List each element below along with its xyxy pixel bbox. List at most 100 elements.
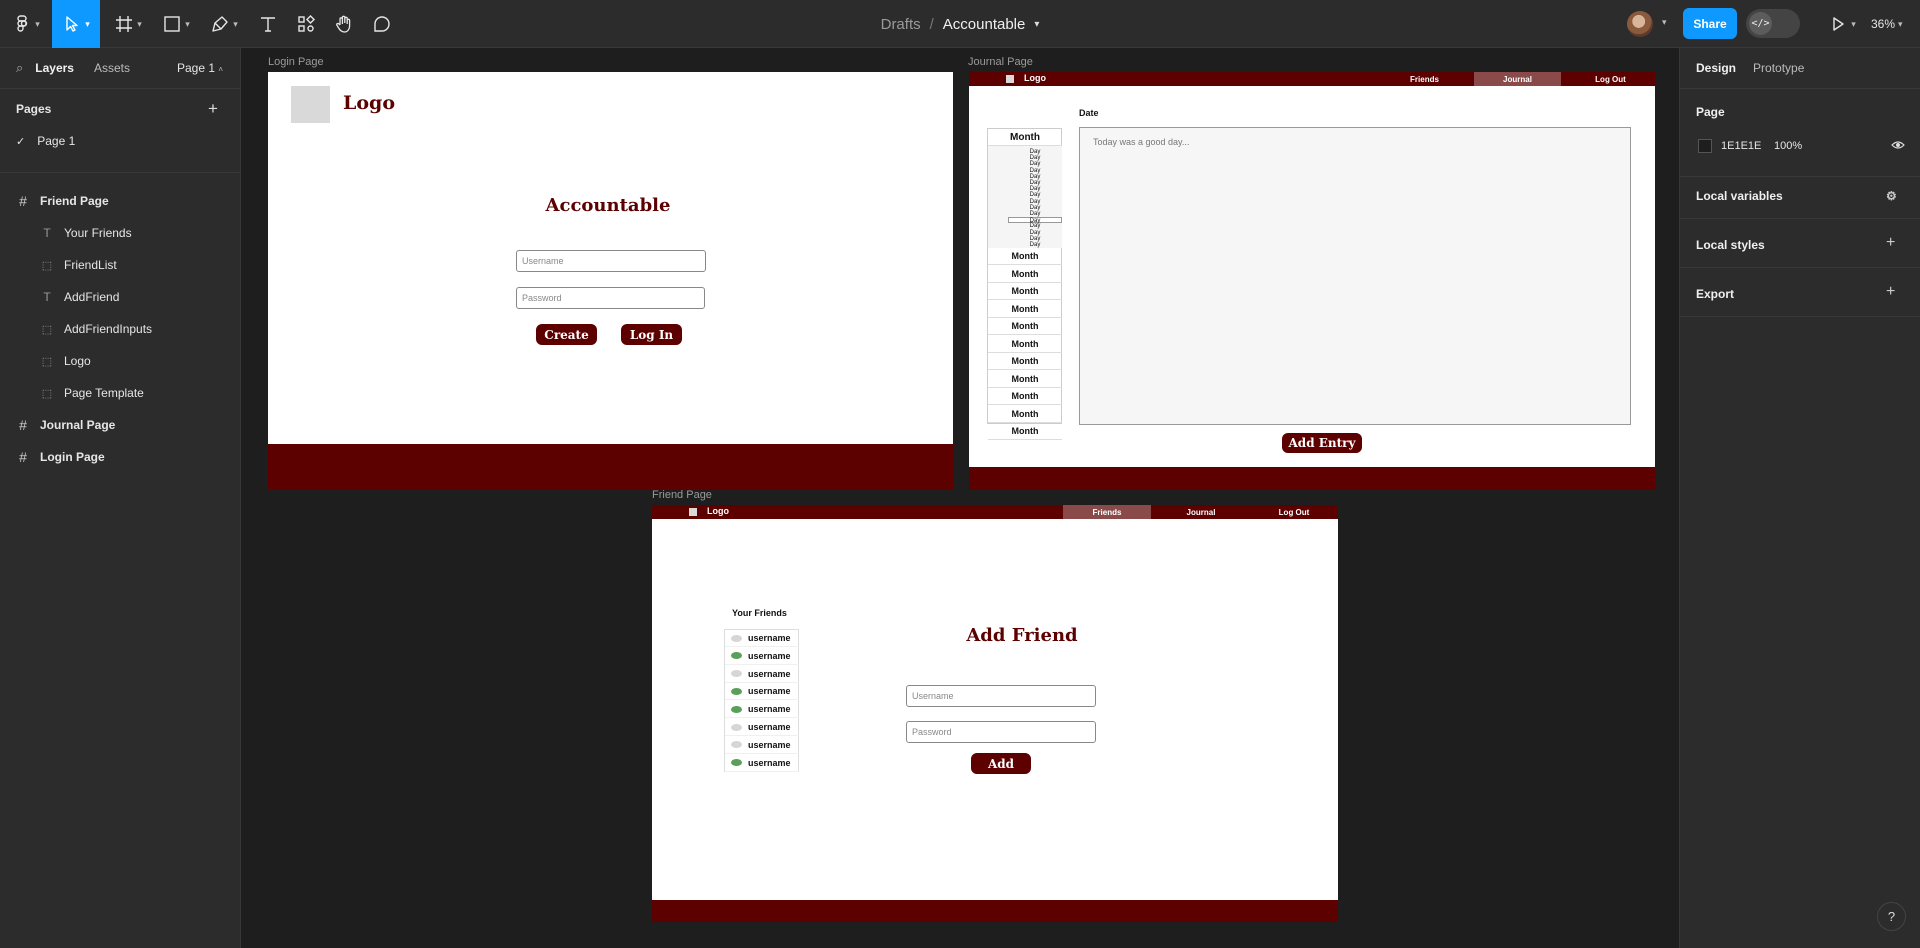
month-item[interactable]: Month	[988, 283, 1062, 300]
day-item[interactable]: Day	[1008, 217, 1062, 224]
pages-header: Pages +	[0, 93, 240, 125]
month-item[interactable]: Month	[988, 301, 1062, 318]
chevron-down-icon[interactable]: ▾	[1662, 17, 1667, 28]
divider	[0, 172, 240, 173]
friend-row[interactable]: username	[725, 737, 799, 754]
layer-item[interactable]: # Journal Page	[0, 409, 240, 441]
day-item[interactable]: Day	[1008, 211, 1062, 217]
frame-label-friend[interactable]: Friend Page	[652, 489, 712, 501]
tab-layers[interactable]: Layers	[35, 61, 74, 75]
color-swatch[interactable]	[1698, 139, 1712, 153]
nav-friends[interactable]: Friends	[1381, 72, 1468, 86]
add-style-icon[interactable]: +	[1886, 234, 1895, 252]
month-item[interactable]: Month	[988, 406, 1062, 423]
nav-logout[interactable]: Log Out	[1567, 72, 1654, 86]
canvas[interactable]: Login Page Logo Accountable Username Pas…	[242, 48, 1678, 948]
dev-mode-toggle[interactable]: </>	[1746, 9, 1800, 38]
month-item[interactable]: Month	[988, 248, 1062, 265]
day-item[interactable]: Day	[1008, 174, 1062, 180]
day-item[interactable]: Day	[1008, 180, 1062, 186]
layer-item[interactable]: ⬚ AddFriendInputs	[0, 313, 240, 345]
layer-item[interactable]: ⬚ Logo	[0, 345, 240, 377]
layer-item[interactable]: ⬚ FriendList	[0, 249, 240, 281]
password-field[interactable]: Password	[516, 287, 705, 309]
day-item[interactable]: Day	[1008, 192, 1062, 198]
tab-design[interactable]: Design	[1696, 61, 1736, 75]
month-item[interactable]: Month	[988, 336, 1062, 353]
nav-friends-active[interactable]: Friends	[1063, 505, 1151, 519]
day-item[interactable]: Day	[1008, 223, 1062, 229]
day-item[interactable]: Day	[1008, 186, 1062, 192]
nav-journal-active[interactable]: Journal	[1474, 72, 1561, 86]
friend-row[interactable]: username	[725, 666, 799, 683]
search-icon[interactable]: ⌕	[16, 60, 23, 76]
friend-row[interactable]: username	[725, 683, 799, 701]
help-button[interactable]: ?	[1877, 902, 1906, 931]
local-variables-row[interactable]: Local variables ⚙	[1696, 189, 1906, 203]
friend-page-frame[interactable]: Logo Friends Journal Log Out Your Friend…	[652, 505, 1338, 922]
layer-item[interactable]: # Login Page	[0, 441, 240, 473]
present-button[interactable]: ▾	[1822, 0, 1862, 48]
login-button[interactable]: Log In	[621, 324, 682, 345]
variables-icon[interactable]: ⚙	[1886, 189, 1897, 203]
create-button[interactable]: Create	[536, 324, 597, 345]
eye-icon[interactable]	[1891, 140, 1905, 153]
day-item[interactable]: Day	[1008, 168, 1062, 174]
day-item[interactable]: Day	[1008, 230, 1062, 236]
day-item[interactable]: Day	[1008, 236, 1062, 242]
page-selector[interactable]: Page 1 ˄	[177, 61, 223, 75]
add-export-icon[interactable]: +	[1886, 283, 1895, 301]
entry-textarea[interactable]: Today was a good day...	[1079, 127, 1631, 425]
layer-item[interactable]: T Your Friends	[0, 217, 240, 249]
friend-row[interactable]: username	[725, 755, 799, 772]
layer-label: Page Template	[64, 386, 144, 400]
add-entry-button[interactable]: Add Entry	[1282, 433, 1362, 453]
month-item[interactable]: Month	[988, 353, 1062, 370]
username-field[interactable]: Username	[516, 250, 706, 272]
layer-item[interactable]: # Friend Page	[0, 185, 240, 217]
share-button[interactable]: Share	[1683, 8, 1737, 39]
top-toolbar: ▾ ▾ ▾ ▾ ▾ Drafts / Accountable ▾ ▾ Share…	[0, 0, 1920, 48]
divider	[1680, 176, 1920, 177]
nav-logout[interactable]: Log Out	[1250, 505, 1338, 519]
zoom-menu[interactable]: 36% ▾	[1871, 0, 1903, 48]
add-friend-button[interactable]: Add	[971, 753, 1031, 774]
friend-row[interactable]: username	[725, 719, 799, 736]
friend-username-field[interactable]: Username	[906, 685, 1096, 707]
friend-password-field[interactable]: Password	[906, 721, 1096, 743]
month-item[interactable]: Month	[988, 388, 1062, 405]
page-color-hex[interactable]: 1E1E1E	[1721, 140, 1761, 152]
month-item[interactable]: Month	[988, 318, 1062, 335]
frame-label-journal[interactable]: Journal Page	[968, 56, 1033, 68]
journal-page-frame[interactable]: Logo Friends Journal Log Out Date Month …	[969, 72, 1655, 489]
month-item[interactable]: Month	[988, 266, 1062, 283]
page-opacity[interactable]: 100%	[1774, 140, 1802, 152]
layer-item[interactable]: ⬚ Page Template	[0, 377, 240, 409]
frame-label-login[interactable]: Login Page	[268, 56, 324, 68]
add-page-icon[interactable]: +	[208, 99, 218, 119]
export-row[interactable]: Export +	[1696, 283, 1906, 301]
day-item[interactable]: Day	[1008, 149, 1062, 155]
month-item[interactable]: Month	[988, 371, 1062, 388]
chevron-down-icon[interactable]: ▾	[1034, 19, 1039, 30]
page-item-page-1[interactable]: ✓ Page 1	[0, 125, 240, 157]
day-item[interactable]: Day	[1008, 199, 1062, 205]
friend-row[interactable]: username	[725, 630, 799, 647]
day-item[interactable]: Day	[1008, 155, 1062, 161]
month-header[interactable]: Month	[988, 129, 1062, 146]
day-item[interactable]: Day	[1008, 161, 1062, 167]
tab-assets[interactable]: Assets	[94, 61, 130, 75]
nav-journal[interactable]: Journal	[1157, 505, 1245, 519]
file-name[interactable]: Accountable	[943, 16, 1026, 33]
local-styles-row[interactable]: Local styles +	[1696, 234, 1906, 252]
tab-prototype[interactable]: Prototype	[1753, 61, 1804, 75]
breadcrumb-drafts[interactable]: Drafts	[881, 16, 921, 33]
user-avatar[interactable]	[1627, 11, 1653, 37]
month-item[interactable]: Month	[988, 423, 1062, 440]
friend-row[interactable]: username	[725, 701, 799, 719]
day-item[interactable]: Day	[1008, 205, 1062, 211]
layer-item[interactable]: T AddFriend	[0, 281, 240, 313]
page-color-row[interactable]: 1E1E1E 100%	[1696, 136, 1906, 156]
login-page-frame[interactable]: Logo Accountable Username Password Creat…	[268, 72, 953, 489]
friend-row[interactable]: username	[725, 648, 799, 665]
